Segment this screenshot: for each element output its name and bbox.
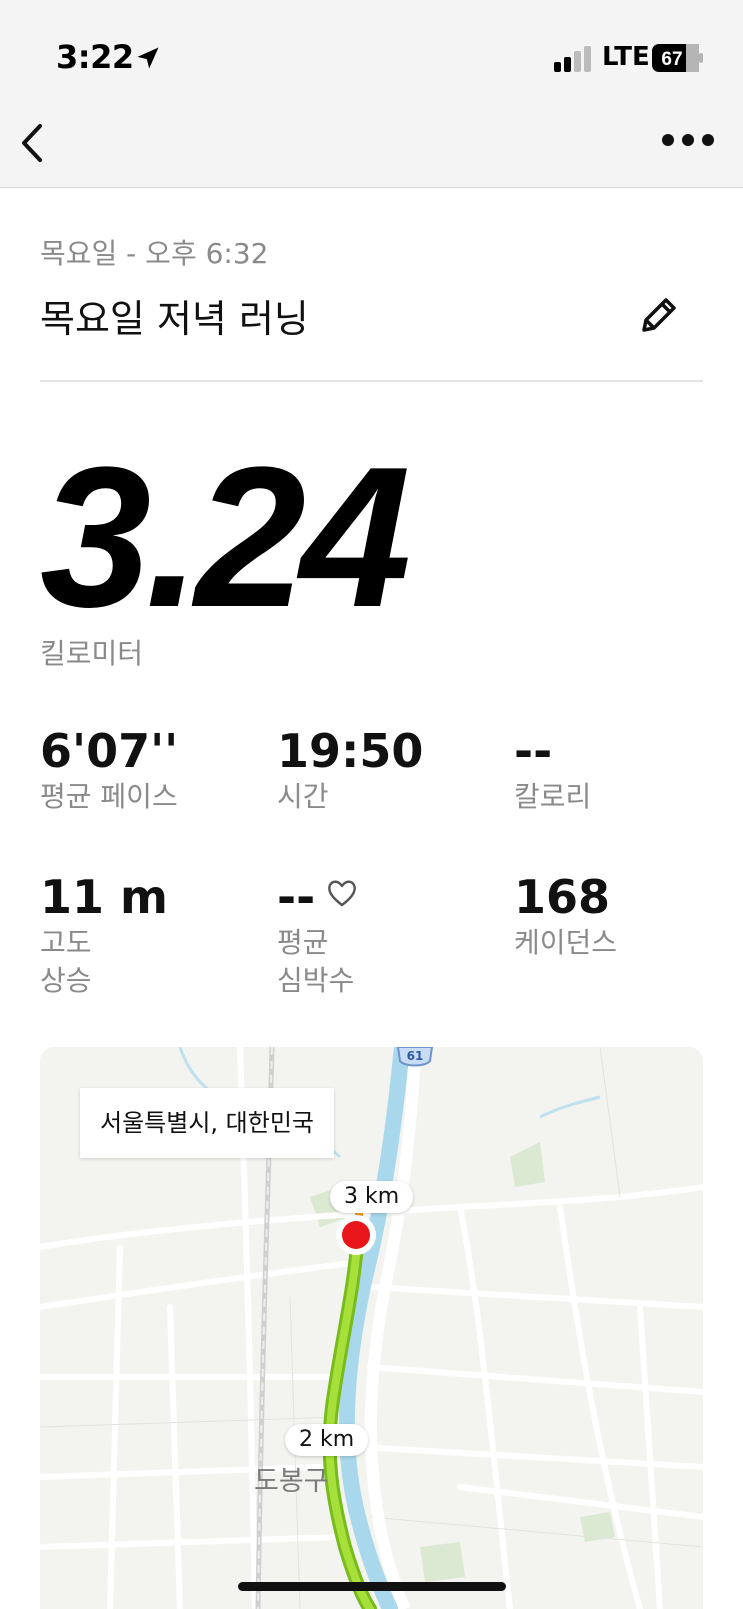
avg-heart-rate-value: -- <box>277 870 316 924</box>
road-number-label: 61 <box>407 1049 424 1063</box>
route-end-marker <box>342 1221 370 1249</box>
distance-value: 3.24 <box>40 426 411 649</box>
home-indicator[interactable] <box>238 1582 506 1591</box>
cadence-label: 케이던스 <box>514 926 618 959</box>
more-options-button[interactable] <box>660 128 716 152</box>
map-location-label: 서울특별시, 대한민국 <box>80 1088 334 1158</box>
edit-pencil-icon[interactable] <box>636 292 682 338</box>
km-marker-2: 2 km <box>285 1424 369 1456</box>
duration-value: 19:50 <box>277 724 424 778</box>
top-bar: 3:22 LTE 67 <box>0 0 743 188</box>
map-district-label: 도봉구 <box>254 1466 329 1497</box>
avg-heart-rate-label: 평균 심박수 <box>277 926 355 997</box>
route-map[interactable]: 61 서울특별시, 대한민국 3 km 2 km 도봉구 <box>40 1047 703 1609</box>
avg-pace-label: 평균 페이스 <box>40 780 178 813</box>
battery-level: 67 <box>661 49 682 70</box>
avg-pace-value: 6'07'' <box>40 724 179 778</box>
network-type: LTE <box>602 42 650 72</box>
activity-datetime: 목요일 - 오후 6:32 <box>40 237 269 270</box>
distance-unit: 킬로미터 <box>40 637 144 670</box>
battery-icon: 67 <box>652 44 703 72</box>
elevation-gain-value: 11 m <box>40 870 168 924</box>
location-arrow-icon <box>137 47 159 69</box>
heart-icon <box>328 880 356 907</box>
activity-title: 목요일 저녁 러닝 <box>40 297 309 341</box>
calories-label: 칼로리 <box>514 780 592 813</box>
status-time: 3:22 <box>56 38 134 76</box>
km-marker-3: 3 km <box>330 1181 414 1213</box>
signal-icon <box>554 46 591 72</box>
elevation-gain-label: 고도 상승 <box>40 926 92 997</box>
calories-value: -- <box>514 724 553 778</box>
duration-label: 시간 <box>277 780 329 813</box>
header-divider <box>40 380 703 382</box>
back-button[interactable] <box>14 118 54 168</box>
cadence-value: 168 <box>514 870 611 924</box>
